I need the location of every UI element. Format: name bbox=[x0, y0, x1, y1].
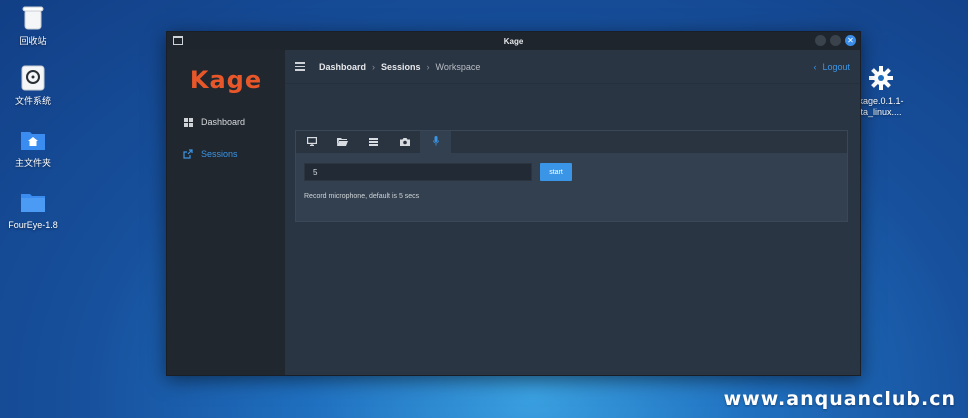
camera-icon bbox=[399, 133, 410, 151]
tab-files[interactable] bbox=[327, 131, 358, 153]
grid-icon bbox=[183, 117, 193, 127]
chevron-right-icon: › bbox=[372, 61, 376, 72]
share-icon bbox=[183, 149, 193, 159]
main-content: Dashboard › Sessions › Workspace ‹ Logou… bbox=[285, 50, 860, 375]
sidebar: Kage Dashboard Sessions bbox=[167, 50, 285, 375]
brand-logo: Kage bbox=[167, 60, 285, 100]
tab-processes[interactable] bbox=[358, 131, 389, 153]
microphone-panel: start Record microphone, default is 5 se… bbox=[296, 153, 847, 210]
list-icon bbox=[369, 133, 378, 151]
sidebar-item-label: Dashboard bbox=[201, 117, 246, 127]
desktop-icon-filesystem[interactable]: 文件系统 bbox=[0, 64, 66, 107]
logout-label: Logout bbox=[822, 61, 850, 72]
menu-toggle-icon[interactable] bbox=[295, 62, 305, 71]
desktop-icon-label: FourEye-1.8 bbox=[8, 220, 58, 230]
folder-icon bbox=[19, 188, 47, 216]
drive-icon bbox=[19, 64, 47, 92]
minimize-button[interactable] bbox=[815, 35, 826, 46]
sidebar-item-sessions[interactable]: Sessions bbox=[167, 138, 285, 170]
breadcrumb: Dashboard › Sessions › Workspace bbox=[319, 62, 480, 72]
tab-screen[interactable] bbox=[296, 131, 327, 153]
desktop-icon-trash[interactable]: 回收站 bbox=[0, 4, 66, 47]
sidebar-item-label: Sessions bbox=[201, 149, 238, 159]
chevron-left-icon: ‹ bbox=[813, 61, 817, 72]
gear-icon bbox=[867, 64, 895, 92]
close-button[interactable]: ✕ bbox=[845, 35, 856, 46]
desktop-icon-label: 文件系统 bbox=[14, 96, 51, 106]
breadcrumb-sessions[interactable]: Sessions bbox=[381, 62, 421, 72]
sidebar-item-dashboard[interactable]: Dashboard bbox=[167, 106, 285, 138]
close-icon: ✕ bbox=[847, 35, 854, 45]
desktop-icon-label: 回收站 bbox=[19, 36, 47, 46]
desktop-icon-foureye[interactable]: FourEye-1.8 bbox=[0, 188, 66, 231]
folder-open-icon bbox=[337, 133, 348, 151]
desktop-icon-home[interactable]: 主文件夹 bbox=[0, 126, 66, 169]
maximize-button[interactable] bbox=[830, 35, 841, 46]
window-title: Kage bbox=[503, 36, 524, 46]
microphone-icon bbox=[432, 133, 439, 151]
breadcrumb-dashboard[interactable]: Dashboard bbox=[319, 62, 366, 72]
window-app-icon bbox=[173, 36, 183, 45]
window-controls: ✕ bbox=[815, 35, 856, 46]
desktop-icon-label-line1: kage.0.1.1- bbox=[858, 96, 904, 106]
workspace-panel: start Record microphone, default is 5 se… bbox=[295, 130, 848, 222]
tab-microphone[interactable] bbox=[420, 131, 451, 153]
brand-name: Kage bbox=[189, 66, 263, 94]
topbar: Dashboard › Sessions › Workspace ‹ Logou… bbox=[285, 50, 860, 84]
help-text: Record microphone, default is 5 secs bbox=[304, 193, 420, 200]
breadcrumb-workspace: Workspace bbox=[435, 61, 481, 72]
start-button[interactable]: start bbox=[540, 163, 572, 181]
logout-link[interactable]: ‹ Logout bbox=[813, 62, 850, 72]
desktop-icon-label: 主文件夹 bbox=[14, 158, 51, 168]
duration-input[interactable] bbox=[304, 163, 532, 181]
kage-window: Kage ✕ Kage Dashboard Sessions Dashboard… bbox=[166, 31, 861, 376]
home-folder-icon bbox=[19, 126, 47, 154]
watermark: www.anquanclub.cn bbox=[723, 388, 956, 410]
chevron-right-icon: › bbox=[426, 61, 430, 72]
trash-icon bbox=[19, 4, 47, 32]
tab-webcam[interactable] bbox=[389, 131, 420, 153]
monitor-icon bbox=[306, 133, 317, 151]
window-titlebar[interactable]: Kage ✕ bbox=[167, 32, 860, 50]
desktop-icon-label-line2: ta_linux.... bbox=[860, 107, 902, 117]
workspace-tabs bbox=[296, 131, 847, 153]
